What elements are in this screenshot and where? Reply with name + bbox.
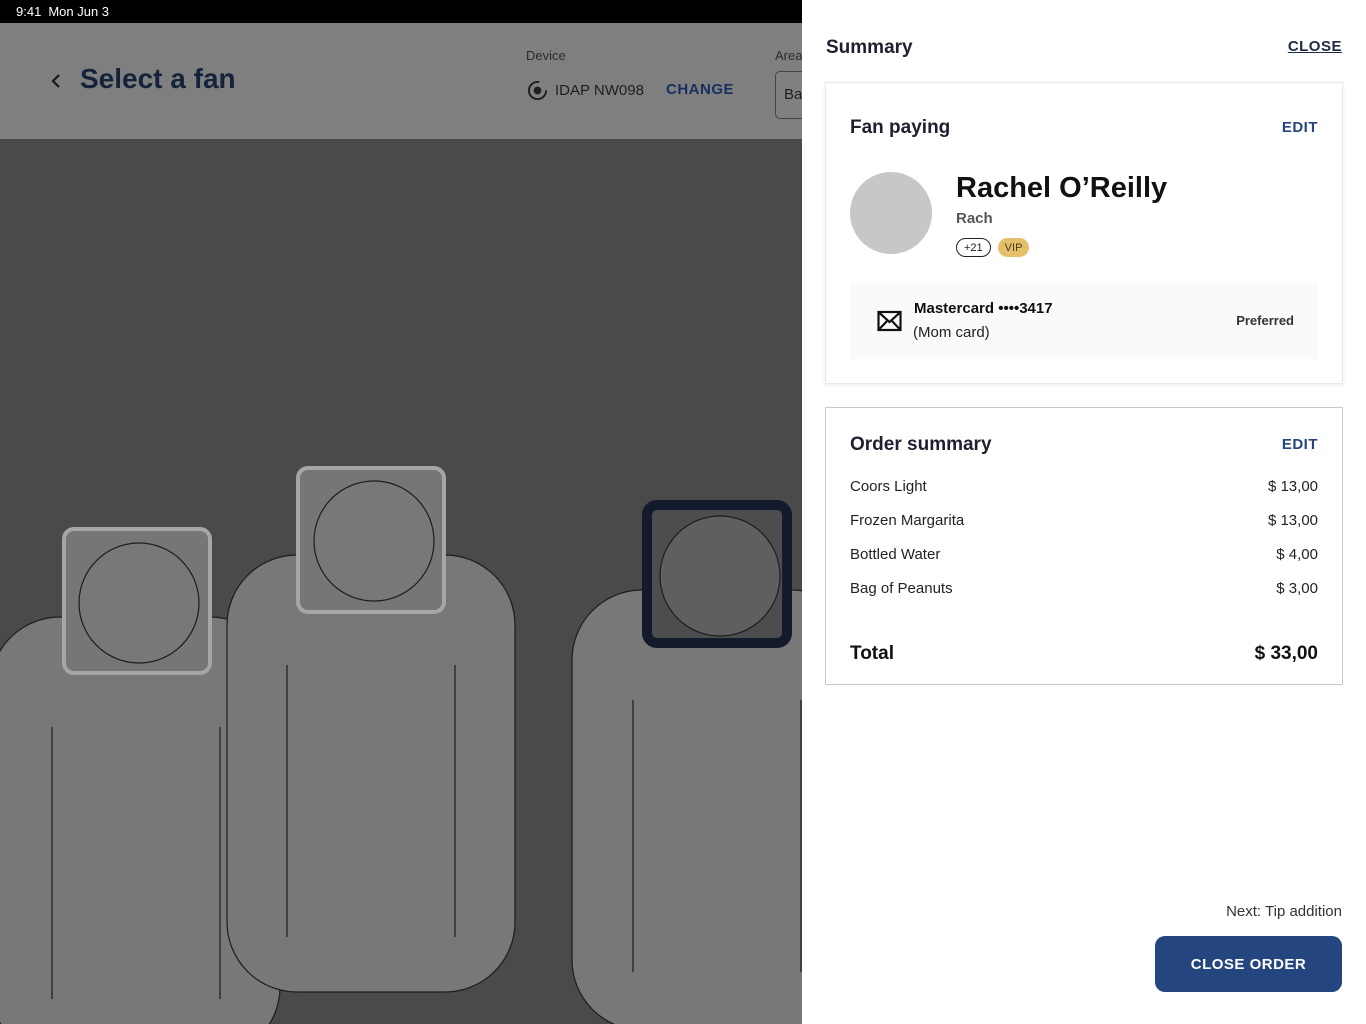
status-bar: 9:41 Mon Jun 3 [0,0,802,23]
camera-view [0,139,802,1024]
fan-paying-card: Fan paying EDIT Rachel O’Reilly Rach +21… [825,82,1343,384]
edit-fan-button[interactable]: EDIT [1282,119,1318,136]
preferred-label: Preferred [1236,313,1294,328]
order-item-price: $ 13,00 [1267,478,1318,495]
page-title: Select a fan [80,63,236,94]
summary-title: Summary [826,37,913,58]
order-item-name: Bag of Peanuts [850,580,953,597]
order-item: Coors Light $ 13,00 [850,478,1318,512]
fan-select-header: Select a fan Device IDAP NW098 CHANGE Ar… [0,23,802,139]
vip-badge: VIP [997,238,1030,257]
card-envelope-icon [877,310,902,332]
back-button[interactable] [44,69,68,93]
order-item-name: Frozen Margarita [850,512,965,529]
order-total: Total $ 33,00 [850,643,1318,665]
status-date: Mon Jun 3 [48,4,110,19]
order-item-price: $ 4,00 [1276,546,1318,563]
fan-paying-title: Fan paying [850,117,951,138]
order-summary-title: Order summary [850,434,992,455]
order-item-name: Coors Light [850,478,927,495]
fan-silhouettes [0,466,802,1024]
payment-method-note: (Mom card) [913,324,990,341]
age-badge: +21 [956,238,991,257]
avatar [850,172,932,254]
fan-name: Rachel O’Reilly [956,172,1168,204]
order-item: Frozen Margarita $ 13,00 [850,512,1318,546]
chevron-left-icon [51,74,60,88]
face-box-1[interactable] [62,527,212,675]
fan-silhouette-body-2 [226,554,516,993]
payment-method[interactable]: Mastercard ••••3417 (Mom card) Preferred [850,283,1318,359]
sync-icon [527,80,548,101]
total-label: Total [850,643,894,664]
fan-badges: +21 VIP [956,238,1030,257]
order-summary-card: Order summary EDIT Coors Light $ 13,00 F… [825,407,1343,685]
area-label: Area [775,48,802,63]
payment-method-name: Mastercard ••••3417 [914,300,1053,317]
order-item-name: Bottled Water [850,546,941,563]
face-box-2[interactable] [296,466,446,614]
edit-order-button[interactable]: EDIT [1282,436,1318,453]
order-item-price: $ 13,00 [1267,512,1318,529]
area-select[interactable]: Ba [775,71,802,119]
fan-nickname: Rach [956,210,993,227]
device-name: IDAP NW098 [555,82,644,99]
order-item-price: $ 3,00 [1276,580,1318,597]
order-items: Coors Light $ 13,00 Frozen Margarita $ 1… [850,478,1318,614]
status-time: 9:41 [16,4,42,19]
summary-panel: Summary CLOSE Fan paying EDIT Rachel O’R… [802,0,1366,1024]
close-order-button[interactable]: CLOSE ORDER [1155,936,1342,992]
total-value: $ 33,00 [1254,643,1318,664]
order-item: Bottled Water $ 4,00 [850,546,1318,580]
next-step-label: Next: Tip addition [1226,903,1342,920]
face-box-3-selected[interactable] [642,500,792,648]
change-device-button[interactable]: CHANGE [666,81,734,98]
order-item: Bag of Peanuts $ 3,00 [850,580,1318,614]
background-app: Select a fan Device IDAP NW098 CHANGE Ar… [0,23,802,1024]
close-summary-button[interactable]: CLOSE [1288,38,1342,55]
fan-silhouette-body-3 [571,589,802,1024]
device-label: Device [526,48,566,63]
